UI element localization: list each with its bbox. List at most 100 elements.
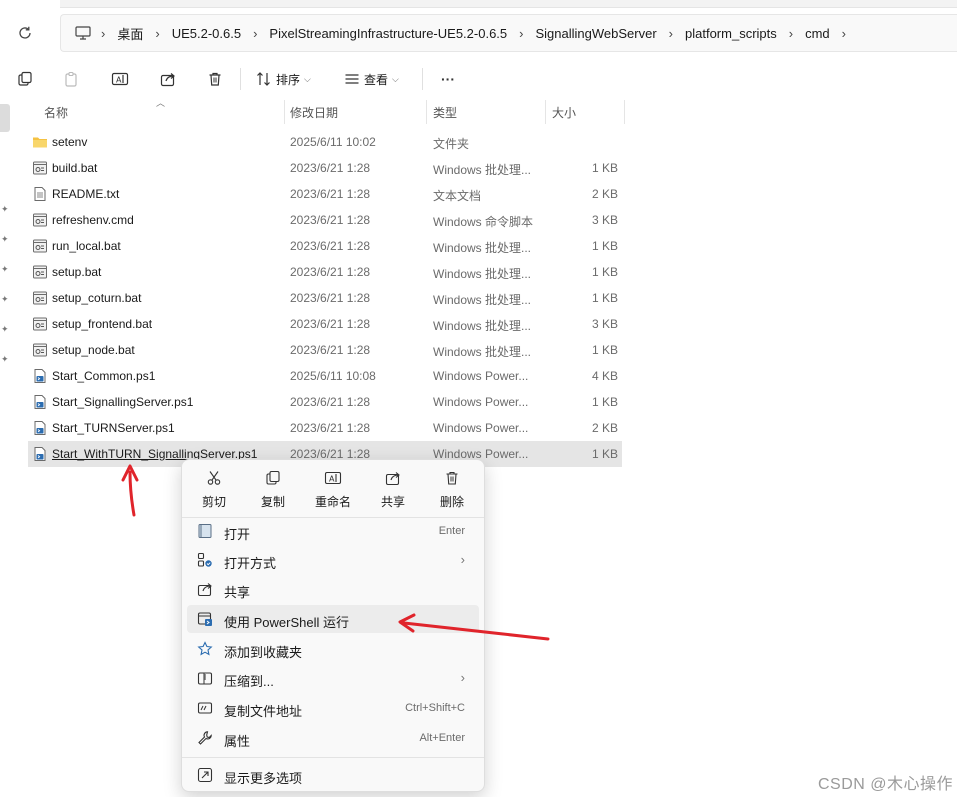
pin-icon: ✦: [1, 264, 9, 274]
breadcrumb-item-signalling[interactable]: SignallingWebServer: [527, 26, 664, 41]
chevron-right-icon[interactable]: ›: [665, 26, 677, 41]
share-button[interactable]: 共享: [368, 468, 418, 514]
file-modified: 2023/6/21 1:28: [290, 213, 371, 227]
chevron-right-icon[interactable]: ›: [785, 26, 797, 41]
address-bar: › 桌面 › UE5.2-0.6.5 › PixelStreamingInfra…: [0, 0, 957, 62]
file-row[interactable]: setenv 2025/6/11 10:02 文件夹: [28, 129, 622, 155]
nav-scrollbar-thumb[interactable]: [0, 104, 10, 132]
column-divider[interactable]: [284, 100, 285, 124]
properties-icon: [197, 730, 213, 746]
sort-button[interactable]: 排序 ⌵: [256, 68, 322, 90]
share-button[interactable]: [157, 68, 179, 90]
share-label: 共享: [380, 495, 405, 509]
file-type: Windows Power...: [433, 369, 529, 383]
column-divider[interactable]: [426, 100, 427, 124]
file-row[interactable]: Start_SignallingServer.ps1 2023/6/21 1:28…: [28, 389, 622, 415]
breadcrumb-item-infrastructure[interactable]: PixelStreamingInfrastructure-UE5.2-0.6.5: [261, 26, 515, 41]
toolbar-divider: [240, 68, 241, 90]
compress-icon: [197, 670, 213, 686]
star-icon: [197, 641, 213, 657]
cut-button[interactable]: 剪切: [189, 468, 239, 514]
breadcrumb-item-platform-scripts[interactable]: platform_scripts: [677, 26, 785, 41]
copy-icon: [263, 468, 283, 488]
menu-item-add-to-favorites[interactable]: 添加到收藏夹: [187, 635, 479, 663]
rename-button[interactable]: A 重命名: [308, 468, 358, 514]
view-button[interactable]: 查看 ⌵: [344, 68, 410, 90]
menu-item-run-with-powershell[interactable]: 使用 PowerShell 运行: [187, 605, 479, 633]
chevron-down-icon: ⌵: [392, 73, 399, 84]
rename-button[interactable]: A: [108, 68, 132, 90]
file-modified: 2023/6/21 1:28: [290, 239, 371, 253]
pin-icon: ✦: [1, 294, 9, 304]
menu-item-copy-as-path[interactable]: 复制文件地址 Ctrl+Shift+C: [187, 694, 479, 722]
refresh-button[interactable]: [14, 22, 36, 44]
batch-file-icon: [32, 342, 48, 358]
pin-icon: ✦: [1, 324, 9, 334]
breadcrumb-item-ue5[interactable]: UE5.2-0.6.5: [164, 26, 249, 41]
powershell-run-icon: [197, 611, 213, 627]
rename-label: 重命名: [314, 495, 351, 509]
file-row[interactable]: build.bat 2023/6/21 1:28 Windows 批处理... 1 K…: [28, 155, 622, 181]
column-header-name[interactable]: 名称: [44, 100, 68, 124]
file-type: Windows 批处理...: [433, 241, 532, 255]
menu-item-shortcut: Alt+Enter: [419, 732, 465, 744]
column-header-type[interactable]: 类型: [433, 100, 457, 124]
chevron-right-icon[interactable]: ›: [97, 26, 109, 41]
pin-icon: ✦: [1, 234, 9, 244]
file-row[interactable]: setup_frontend.bat 2023/6/21 1:28 Windows …: [28, 311, 622, 337]
powershell-file-icon: [32, 446, 48, 462]
more-button[interactable]: ···: [436, 68, 460, 90]
breadcrumb[interactable]: › 桌面 › UE5.2-0.6.5 › PixelStreamingInfra…: [60, 14, 957, 52]
delete-button[interactable]: [204, 68, 226, 90]
column-header-modified[interactable]: 修改日期: [290, 100, 338, 124]
file-row[interactable]: Start_Common.ps1 2025/6/11 10:08 Windows P…: [28, 363, 622, 389]
sort-icon: [257, 72, 270, 86]
column-header-size[interactable]: 大小: [552, 100, 576, 124]
svg-text:A: A: [329, 475, 335, 484]
menu-item-share[interactable]: 共享: [187, 575, 479, 603]
column-divider[interactable]: [545, 100, 546, 124]
file-modified: 2023/6/21 1:28: [290, 265, 371, 279]
powershell-file-icon: [32, 368, 48, 384]
menu-item-show-more-options[interactable]: 显示更多选项: [187, 761, 479, 789]
new-button[interactable]: [14, 68, 36, 90]
menu-item-open[interactable]: 打开 Enter: [187, 517, 479, 545]
menu-item-label: 压缩到...: [224, 674, 274, 689]
file-row[interactable]: Start_TURNServer.ps1 2023/6/21 1:28 Window…: [28, 415, 622, 441]
delete-button[interactable]: 删除: [427, 468, 477, 514]
pc-icon[interactable]: [69, 26, 97, 40]
cut-icon: [204, 468, 224, 488]
file-row[interactable]: setup_coturn.bat 2023/6/21 1:28 Windows 批处…: [28, 285, 622, 311]
file-name: Start_TURNServer.ps1: [52, 421, 175, 435]
file-name: refreshenv.cmd: [52, 213, 134, 227]
file-row[interactable]: README.txt 2023/6/21 1:28 文本文档 2 KB: [28, 181, 622, 207]
menu-item-label: 添加到收藏夹: [224, 645, 303, 660]
file-row[interactable]: setup_node.bat 2023/6/21 1:28 Windows 批处理.…: [28, 337, 622, 363]
rename-icon: A: [323, 468, 343, 488]
file-modified: 2023/6/21 1:28: [290, 421, 371, 435]
menu-item-properties[interactable]: 属性 Alt+Enter: [187, 724, 479, 752]
paste-button[interactable]: [60, 68, 82, 90]
chevron-right-icon[interactable]: ›: [838, 26, 850, 41]
chevron-right-icon[interactable]: ›: [151, 26, 163, 41]
file-size: 3 KB: [591, 317, 618, 331]
copy-button[interactable]: 复制: [248, 468, 298, 514]
copy-path-icon: [197, 700, 213, 716]
context-menu: 剪切 复制 A 重命名 共享 删除 打开 Enter 打开方式 › 共享 使用 …: [181, 459, 485, 792]
menu-item-open-with[interactable]: 打开方式 ›: [187, 546, 479, 574]
file-row[interactable]: setup.bat 2023/6/21 1:28 Windows 批处理... 1 K…: [28, 259, 622, 285]
breadcrumb-item-desktop[interactable]: 桌面: [109, 24, 151, 43]
file-row[interactable]: refreshenv.cmd 2023/6/21 1:28 Windows 命令脚本…: [28, 207, 622, 233]
file-modified: 2025/6/11 10:02: [290, 135, 376, 149]
file-type: 文本文档: [433, 189, 482, 203]
menu-item-shortcut: Ctrl+Shift+C: [405, 702, 465, 714]
breadcrumb-item-cmd[interactable]: cmd: [797, 26, 838, 41]
chevron-right-icon[interactable]: ›: [249, 26, 261, 41]
column-divider[interactable]: [624, 100, 625, 124]
text-file-icon: [32, 186, 48, 202]
file-size: 2 KB: [591, 421, 618, 435]
file-row[interactable]: run_local.bat 2023/6/21 1:28 Windows 批处理..…: [28, 233, 622, 259]
share-icon: [160, 73, 175, 87]
chevron-right-icon[interactable]: ›: [515, 26, 527, 41]
menu-item-compress[interactable]: 压缩到... ›: [187, 664, 479, 692]
